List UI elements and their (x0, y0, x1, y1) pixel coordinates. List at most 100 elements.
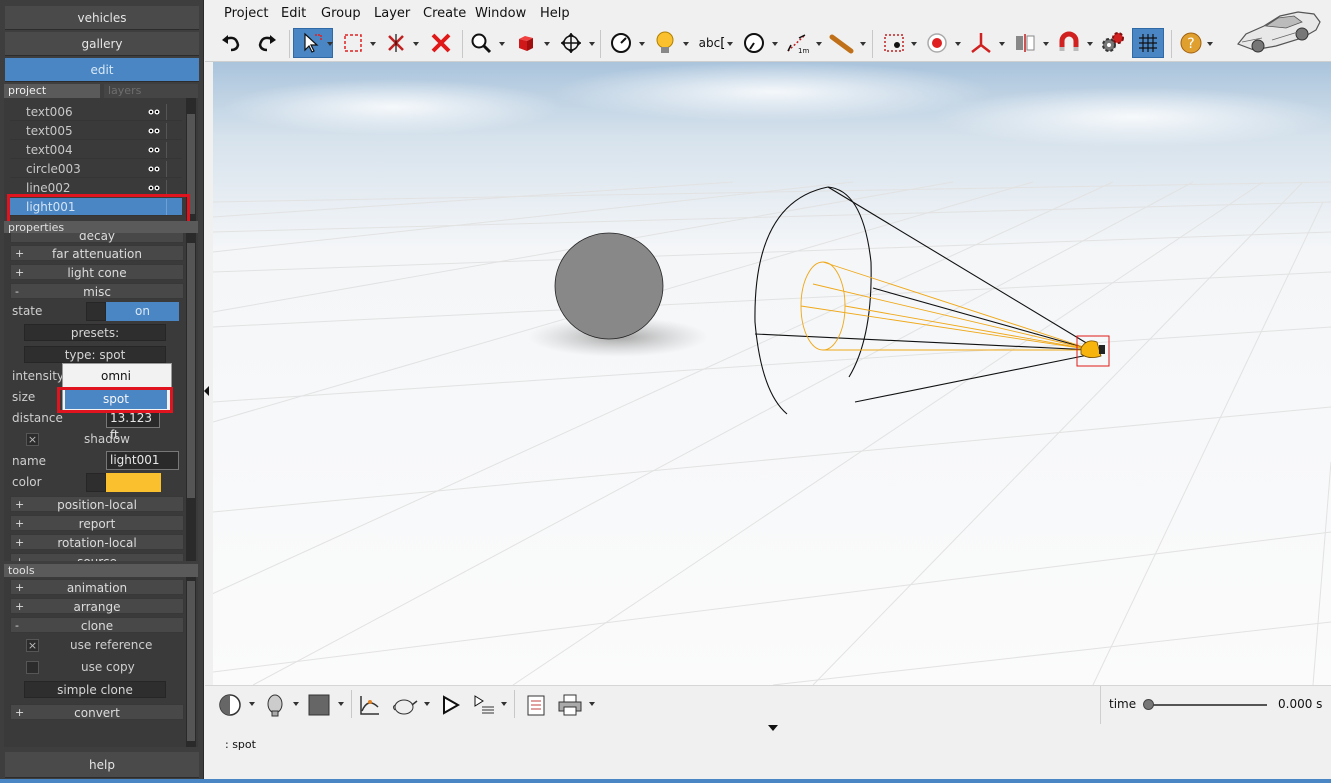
group-decay[interactable]: decay (10, 233, 184, 243)
time-slider-track[interactable] (1149, 704, 1267, 706)
edit-button[interactable]: edit (5, 58, 199, 82)
grid-toggle-button[interactable] (1132, 28, 1164, 58)
name-field[interactable]: light001 (106, 451, 179, 470)
list-item[interactable]: text004 (10, 141, 182, 159)
shadow-checkbox[interactable]: × (26, 433, 39, 446)
deselect-button[interactable] (382, 28, 410, 58)
visibility-icon[interactable] (148, 184, 160, 192)
presets-button[interactable]: presets: (24, 324, 166, 341)
background-color-button[interactable] (304, 692, 334, 718)
lock-box[interactable] (166, 142, 182, 158)
notes-button[interactable] (521, 692, 551, 718)
menu-create[interactable]: Create (423, 6, 466, 22)
ruler-button[interactable]: 1m (784, 28, 812, 58)
group-rotation-local[interactable]: + rotation-local (10, 534, 184, 550)
print-button[interactable] (555, 692, 585, 718)
3d-viewport[interactable] (213, 62, 1331, 685)
group-animation[interactable]: + animation (10, 579, 184, 595)
redo-button[interactable] (253, 28, 281, 58)
group-label: clone (80, 619, 114, 633)
light-button[interactable] (651, 28, 679, 58)
color-swatch[interactable] (106, 473, 161, 492)
collapse-panel-arrow[interactable] (204, 386, 209, 396)
tab-layers[interactable]: layers (104, 84, 198, 98)
question-icon: ? (1180, 32, 1202, 54)
state-off-toggle[interactable] (86, 302, 106, 321)
list-item-label: circle003 (26, 162, 81, 176)
visibility-icon[interactable] (148, 165, 160, 173)
create-box-button[interactable] (512, 28, 540, 58)
properties-scrollbar[interactable] (186, 233, 196, 561)
group-clone[interactable]: - clone (10, 617, 184, 633)
group-source[interactable]: +source (10, 553, 184, 561)
visibility-icon[interactable] (148, 146, 160, 154)
visibility-icon[interactable] (148, 108, 160, 116)
tools-panel: + animation + arrange - clone × use referen… (4, 577, 198, 747)
group-convert[interactable]: + convert (10, 704, 184, 720)
undo-button[interactable] (217, 28, 245, 58)
play-button[interactable] (435, 692, 465, 718)
magnet-icon (1059, 31, 1079, 51)
menu-group[interactable]: Group (321, 6, 361, 22)
window-bottom-border (0, 779, 1331, 783)
menu-help[interactable]: Help (540, 6, 570, 22)
dropdown-option-omni[interactable]: omni (65, 366, 167, 386)
delete-button[interactable] (427, 28, 455, 58)
use-reference-checkbox[interactable]: × (26, 639, 39, 652)
playlist-button[interactable] (469, 692, 499, 718)
time-slider-knob[interactable] (1143, 699, 1154, 710)
use-copy-checkbox[interactable] (26, 661, 39, 674)
scrollbar-thumb[interactable] (187, 243, 195, 498)
measure-angle-button[interactable] (740, 28, 768, 58)
group-light-cone[interactable]: + light cone (10, 264, 184, 280)
visibility-icon[interactable] (148, 127, 160, 135)
vehicles-button[interactable]: vehicles (5, 6, 199, 30)
list-item[interactable]: circle003 (10, 160, 182, 178)
state-on-toggle[interactable]: on (106, 302, 179, 321)
help-icon-button[interactable]: ? (1177, 28, 1205, 58)
group-position-local[interactable]: + position-local (10, 496, 184, 512)
type-select[interactable]: type: spot (24, 346, 166, 363)
color-reset[interactable] (86, 473, 106, 492)
group-arrange[interactable]: + arrange (10, 598, 184, 614)
menu-project[interactable]: Project (224, 6, 268, 22)
move-tool-button[interactable] (557, 28, 585, 58)
help-button[interactable]: help (5, 752, 199, 778)
tab-project[interactable]: project (4, 84, 100, 98)
lock-box[interactable] (166, 104, 182, 120)
camera-view-button[interactable] (607, 28, 635, 58)
mirror-button[interactable] (1011, 28, 1039, 58)
gallery-button[interactable]: gallery (5, 32, 199, 56)
group-report[interactable]: + report (10, 515, 184, 531)
menu-window[interactable]: Window (475, 6, 526, 22)
scrollbar-thumb[interactable] (187, 581, 195, 741)
zoom-button[interactable] (467, 28, 495, 58)
simple-clone-button[interactable]: simple clone (24, 681, 166, 698)
group-label: source (77, 555, 117, 561)
settings-button[interactable] (1099, 28, 1127, 58)
group-misc[interactable]: - misc (10, 283, 184, 299)
marquee-select-button[interactable] (339, 28, 367, 58)
animation-path-button[interactable] (390, 692, 420, 718)
viewport-capture-button[interactable] (880, 28, 908, 58)
list-item[interactable]: text006 (10, 103, 182, 121)
text-tool-button[interactable]: abc[ (695, 28, 729, 58)
group-label: decay (78, 233, 116, 243)
avatar-view-button[interactable] (260, 692, 290, 718)
tools-scrollbar[interactable] (186, 577, 196, 747)
menu-edit[interactable]: Edit (281, 6, 306, 22)
sphere-object[interactable] (554, 232, 664, 340)
list-item[interactable]: text005 (10, 122, 182, 140)
lock-box[interactable] (166, 123, 182, 139)
menu-layer[interactable]: Layer (374, 6, 410, 22)
render-mode-button[interactable] (215, 692, 245, 718)
expand-bottom-arrow[interactable] (768, 725, 778, 731)
group-far-attenuation[interactable]: + far attenuation (10, 245, 184, 261)
graph-editor-button[interactable] (355, 692, 385, 718)
svg-text:1m: 1m (798, 47, 809, 55)
snap-button[interactable] (1055, 28, 1083, 58)
lock-box[interactable] (166, 161, 182, 177)
axis-button[interactable] (967, 28, 995, 58)
record-button[interactable] (923, 28, 951, 58)
tape-measure-button[interactable] (828, 28, 856, 58)
